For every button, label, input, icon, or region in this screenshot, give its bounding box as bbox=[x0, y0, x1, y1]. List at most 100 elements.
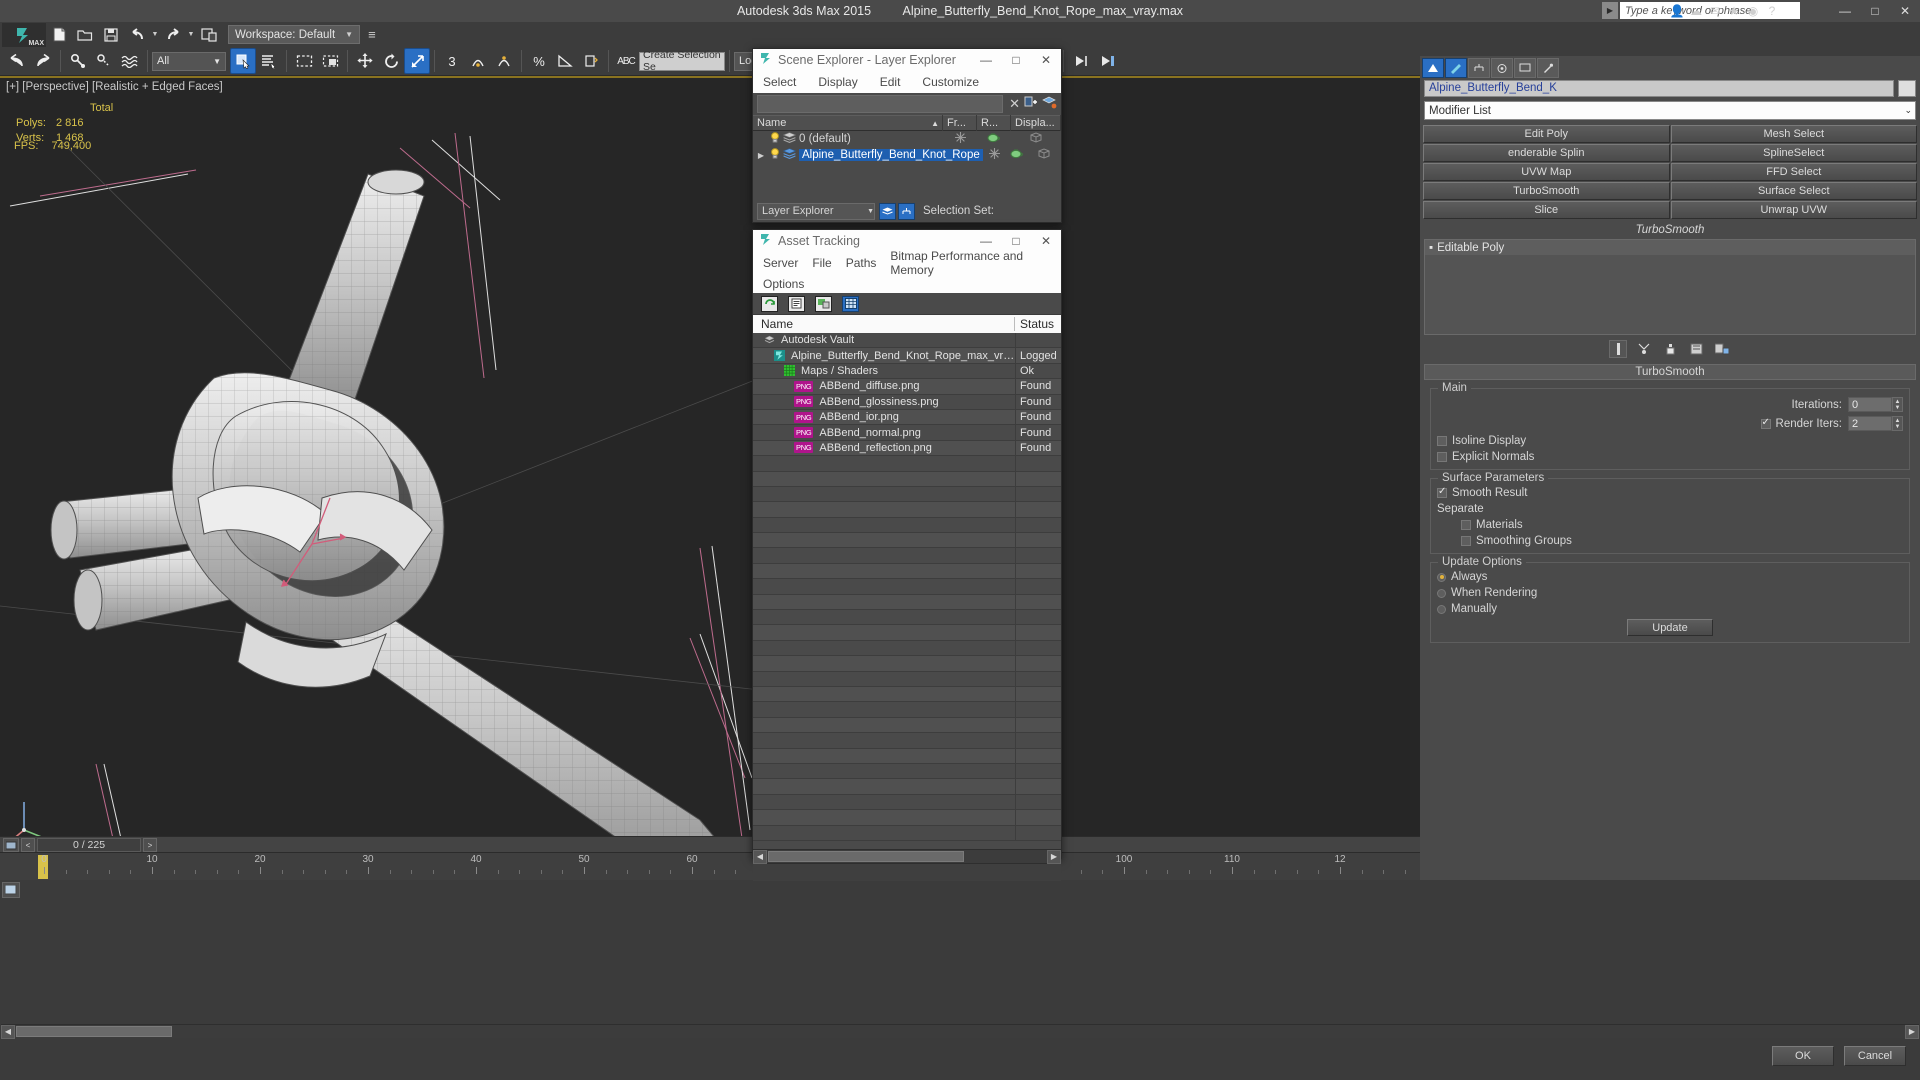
minimize-button[interactable]: — bbox=[1830, 0, 1860, 22]
select-and-rotate-icon[interactable] bbox=[378, 48, 404, 74]
help-icon[interactable]: ? bbox=[1764, 3, 1780, 19]
named-selection-field[interactable]: Create Selection Se bbox=[639, 52, 725, 71]
asset-tracking-dialog[interactable]: Asset Tracking — □ ✕ Server File Paths B… bbox=[752, 229, 1062, 859]
update-button[interactable]: Update bbox=[1627, 619, 1713, 636]
frozen-toggle[interactable] bbox=[983, 148, 1006, 162]
undo-dropdown-arrow[interactable]: ▼ bbox=[150, 25, 160, 45]
add-layer-icon[interactable] bbox=[1024, 96, 1038, 112]
motion-tab[interactable] bbox=[1491, 58, 1513, 78]
spinner-snap-icon[interactable] bbox=[578, 48, 604, 74]
display-tab[interactable] bbox=[1514, 58, 1536, 78]
undo-icon[interactable] bbox=[124, 22, 150, 48]
close-button[interactable]: ✕ bbox=[1031, 49, 1061, 71]
show-end-result-icon[interactable] bbox=[1635, 340, 1653, 358]
menu-edit[interactable]: Edit bbox=[880, 75, 901, 89]
asset-row[interactable]: PNGABBend_reflection.pngFound bbox=[753, 441, 1061, 456]
hierarchy-tab[interactable] bbox=[1468, 58, 1490, 78]
object-color-swatch[interactable] bbox=[1898, 80, 1916, 97]
hscroll-thumb[interactable] bbox=[768, 851, 964, 862]
scroll-left-icon[interactable]: ◀ bbox=[1, 1025, 15, 1039]
modifier-button-enderable-splin[interactable]: enderable Splin bbox=[1423, 144, 1670, 162]
menu-file[interactable]: File bbox=[812, 256, 831, 270]
render-iters-input[interactable]: 2 bbox=[1848, 416, 1892, 431]
workspace-selector[interactable]: Workspace: Default ▼ bbox=[228, 25, 360, 44]
angle-snap-icon[interactable] bbox=[552, 48, 578, 74]
modifier-button-mesh-select[interactable]: Mesh Select bbox=[1671, 125, 1918, 143]
smooth-result-checkbox[interactable] bbox=[1437, 488, 1447, 498]
selection-filter-dropdown[interactable]: All ▼ bbox=[152, 52, 226, 71]
chevron-down-icon[interactable]: ▼ bbox=[867, 208, 874, 215]
update-always-radio[interactable] bbox=[1437, 573, 1446, 582]
update-manually-radio[interactable] bbox=[1437, 605, 1446, 614]
save-file-icon[interactable] bbox=[98, 22, 124, 48]
communication-icon[interactable]: ✉ bbox=[1707, 3, 1723, 19]
utilities-tab[interactable] bbox=[1537, 58, 1559, 78]
feedback-icon[interactable]: ◉ bbox=[1745, 3, 1761, 19]
column-renderable[interactable]: R... bbox=[977, 115, 1011, 131]
select-and-move-icon[interactable] bbox=[352, 48, 378, 74]
search-dropdown-arrow[interactable]: ▶ bbox=[1602, 2, 1618, 19]
modifier-button-ffd-select[interactable]: FFD Select bbox=[1671, 163, 1918, 181]
ok-button[interactable]: OK bbox=[1772, 1046, 1834, 1066]
turbosmooth-rollout-header[interactable]: TurboSmooth bbox=[1424, 364, 1916, 380]
menu-bitmap-performance[interactable]: Bitmap Performance and Memory bbox=[890, 249, 1061, 277]
asset-row[interactable]: PNGABBend_diffuse.pngFound bbox=[753, 379, 1061, 394]
hierarchy-icon[interactable] bbox=[898, 203, 915, 220]
unlink-selection-icon[interactable] bbox=[91, 48, 117, 74]
hscroll-thumb[interactable] bbox=[16, 1026, 172, 1037]
select-and-scale-icon[interactable] bbox=[404, 48, 430, 74]
isoline-display-checkbox[interactable] bbox=[1437, 436, 1447, 446]
modify-tab[interactable] bbox=[1445, 58, 1467, 78]
display-toggle[interactable] bbox=[1011, 132, 1061, 146]
refresh-icon[interactable] bbox=[761, 296, 778, 312]
render-activeshade-icon[interactable] bbox=[1094, 48, 1120, 74]
column-status[interactable]: Status bbox=[1015, 317, 1061, 331]
light-bulb-icon[interactable] bbox=[770, 148, 780, 162]
open-file-icon[interactable] bbox=[72, 22, 98, 48]
menu-options[interactable]: Options bbox=[763, 277, 804, 291]
menu-display[interactable]: Display bbox=[818, 75, 857, 89]
maximize-button[interactable]: □ bbox=[1860, 0, 1890, 22]
configure-modifier-sets-icon[interactable] bbox=[1713, 340, 1731, 358]
scene-explorer-titlebar[interactable]: Scene Explorer - Layer Explorer — □ ✕ bbox=[753, 49, 1061, 71]
select-and-link-icon[interactable] bbox=[65, 48, 91, 74]
modifier-list-dropdown[interactable]: Modifier List ⌄ bbox=[1424, 101, 1916, 120]
scene-explorer-dialog[interactable]: Scene Explorer - Layer Explorer — □ ✕ Se… bbox=[752, 48, 1062, 223]
explorer-mode-dropdown[interactable]: Layer Explorer ▼ bbox=[757, 203, 875, 220]
percent-snap-icon[interactable]: % bbox=[526, 48, 552, 74]
render-iterative-icon[interactable] bbox=[1068, 48, 1094, 74]
list-view-icon[interactable] bbox=[788, 296, 805, 312]
column-name[interactable]: Name bbox=[753, 317, 1015, 331]
new-file-icon[interactable] bbox=[46, 22, 72, 48]
reference-coordinate-icon[interactable]: 3 bbox=[439, 48, 465, 74]
remove-modifier-icon[interactable] bbox=[1687, 340, 1705, 358]
chevron-down-icon[interactable]: ⌄ bbox=[1904, 105, 1912, 116]
window-crossing-icon[interactable] bbox=[317, 48, 343, 74]
iterations-spinner[interactable]: ▲▼ bbox=[1892, 397, 1903, 412]
renderable-toggle[interactable] bbox=[1005, 148, 1028, 162]
stack-item-editable-poly[interactable]: ▪ Editable Poly bbox=[1425, 240, 1915, 255]
modifier-button-slice[interactable]: Slice bbox=[1423, 201, 1670, 219]
named-selection-sets-icon[interactable]: ABC bbox=[613, 48, 639, 74]
asset-row[interactable]: PNGABBend_ior.pngFound bbox=[753, 410, 1061, 425]
project-folder-icon[interactable] bbox=[196, 22, 222, 48]
redo-icon[interactable] bbox=[160, 22, 186, 48]
column-frozen[interactable]: Fr... bbox=[943, 115, 977, 131]
render-iters-checkbox[interactable] bbox=[1761, 419, 1771, 429]
modifier-button-uvw-map[interactable]: UVW Map bbox=[1423, 163, 1670, 181]
chevron-down-icon[interactable]: ▼ bbox=[345, 30, 353, 39]
object-name-input[interactable]: Alpine_Butterfly_Bend_K bbox=[1424, 80, 1894, 97]
frozen-toggle[interactable] bbox=[943, 132, 977, 146]
select-from-scene-hscrollbar[interactable]: ◀ ▶ bbox=[1, 1024, 1919, 1038]
viewport-label[interactable]: [+] [Perspective] [Realistic + Edged Fac… bbox=[6, 81, 223, 93]
close-button[interactable]: ✕ bbox=[1890, 0, 1920, 22]
next-frame-button[interactable]: > bbox=[143, 838, 157, 852]
rectangular-selection-icon[interactable] bbox=[291, 48, 317, 74]
menu-customize[interactable]: Customize bbox=[922, 75, 979, 89]
signin-icon[interactable]: 👤 bbox=[1669, 3, 1685, 19]
layer-list-icon[interactable] bbox=[879, 203, 896, 220]
clear-search-icon[interactable]: ✕ bbox=[1009, 96, 1020, 112]
smoothing-groups-checkbox[interactable] bbox=[1461, 536, 1471, 546]
asset-row[interactable]: Alpine_Butterfly_Bend_Knot_Rope_max_vray… bbox=[753, 348, 1061, 363]
asset-tracking-hscrollbar[interactable]: ◀ ▶ bbox=[753, 849, 1061, 863]
